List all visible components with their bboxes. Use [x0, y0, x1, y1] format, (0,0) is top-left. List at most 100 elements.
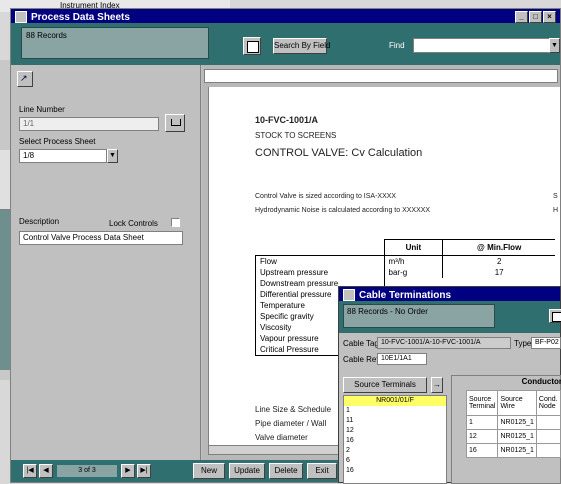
- list-item[interactable]: 16: [344, 436, 446, 446]
- table-row: Flow m³/h 2: [255, 255, 555, 267]
- list-item[interactable]: 16: [344, 466, 446, 476]
- find-dropdown-button[interactable]: ▼: [549, 38, 560, 53]
- description-input[interactable]: Control Valve Process Data Sheet: [19, 231, 183, 245]
- prev-record-button[interactable]: ◀: [39, 464, 53, 478]
- doc-note-1: Control Valve is sized according to ISA-…: [255, 193, 397, 200]
- table-row[interactable]: 12 NR0125_1: [465, 429, 561, 444]
- source-terminals-arrow[interactable]: →: [431, 377, 443, 393]
- search-by-field-button[interactable]: Search By Field: [273, 38, 330, 54]
- doc-heading: CONTROL VALVE: Cv Calculation: [255, 147, 423, 159]
- record-count-box: 88 Records: [21, 27, 209, 59]
- source-terminals-button[interactable]: Source Terminals: [343, 377, 427, 393]
- doc-row-label: Flow: [255, 255, 385, 267]
- left-panel: ↗ Line Number 1/1 Select Process Sheet 1…: [11, 65, 201, 460]
- grid-cell[interactable]: [535, 443, 561, 458]
- sort-button[interactable]: ↗: [17, 71, 33, 87]
- cable-tag-label: Cable Tag: [343, 339, 379, 348]
- cable-window-title: Cable Terminations: [359, 289, 452, 301]
- conductor-grid: Source Terminal Source Wire Cond. Node 1…: [465, 390, 561, 458]
- type-input[interactable]: BF-P02: [531, 337, 561, 349]
- minimize-icon[interactable]: _: [515, 11, 528, 23]
- doc-table-header-cell: Unit: [383, 239, 443, 256]
- line-number-label: Line Number: [19, 105, 65, 114]
- record-count: 88 Records: [26, 31, 67, 40]
- toolbar: 88 Records Search By Field Find ▼: [11, 23, 560, 65]
- lock-button[interactable]: [165, 114, 185, 132]
- cable-window: Cable Terminations 88 Records - No Order…: [338, 286, 561, 484]
- list-item[interactable]: 6: [344, 456, 446, 466]
- lock-icon: [171, 119, 181, 126]
- table-row[interactable]: 1 NR0125_1: [465, 415, 561, 430]
- grid-cell[interactable]: 16: [465, 443, 499, 458]
- table-row: Upstream pressure bar-g 17: [255, 267, 555, 278]
- list-item[interactable]: 2: [344, 446, 446, 456]
- description-label: Description: [19, 217, 60, 226]
- find-label: Find: [389, 41, 405, 50]
- grid-cell[interactable]: NR0125_1: [497, 415, 537, 430]
- grid-header-cell: Source Terminal: [465, 390, 499, 416]
- sort-icon: ↗: [20, 73, 28, 83]
- grid-header-cell: Source Wire: [497, 390, 537, 416]
- cable-print-button[interactable]: [549, 309, 561, 323]
- table-row[interactable]: 16 NR0125_1: [465, 443, 561, 458]
- chevron-down-icon: ▼: [109, 152, 116, 159]
- delete-button[interactable]: Delete: [269, 463, 303, 479]
- grid-cell[interactable]: NR0125_1: [497, 429, 537, 444]
- list-item[interactable]: 11: [344, 416, 446, 426]
- doc-row-label: Upstream pressure: [255, 267, 385, 278]
- grid-cell[interactable]: 1: [465, 415, 499, 430]
- table-row: Source Terminal Source Wire Cond. Node: [465, 390, 561, 416]
- cable-toolbar: 88 Records - No Order: [339, 301, 561, 333]
- update-button[interactable]: Update: [229, 463, 265, 479]
- cable-ref-input[interactable]: 10E1/1A1: [377, 353, 427, 365]
- doc-footer-3: Valve diameter: [255, 433, 308, 442]
- first-record-button[interactable]: |◀: [23, 464, 37, 478]
- print-icon: [552, 312, 561, 322]
- last-record-button[interactable]: ▶|: [137, 464, 151, 478]
- grid-header-cell: Cond. Node: [535, 390, 561, 416]
- lock-controls-label: Lock Controls: [109, 219, 158, 228]
- print-button[interactable]: [243, 37, 261, 55]
- find-input[interactable]: [413, 38, 551, 53]
- close-icon[interactable]: ×: [543, 11, 556, 23]
- select-sheet-dropdown-button[interactable]: ▼: [107, 149, 118, 163]
- new-button[interactable]: New: [193, 463, 225, 479]
- next-record-button[interactable]: ▶: [121, 464, 135, 478]
- type-label: Type: [514, 339, 532, 348]
- app-icon: [15, 11, 27, 23]
- list-item-highlight[interactable]: NR001/01/F: [344, 396, 446, 406]
- select-sheet-dropdown[interactable]: 1/8: [19, 149, 107, 163]
- doc-subtitle: STOCK TO SCREENS: [255, 131, 337, 140]
- doc-row-value: 17: [442, 267, 555, 278]
- grid-cell[interactable]: [535, 429, 561, 444]
- doc-note-2: Hydrodynamic Noise is calculated accordi…: [255, 207, 431, 214]
- exit-button[interactable]: Exit: [307, 463, 337, 479]
- cable-tag-input[interactable]: 10-FVC-1001/A-10-FVC-1001/A: [377, 337, 511, 349]
- chevron-down-icon: ▼: [551, 42, 558, 49]
- terminal-list[interactable]: NR001/01/F 1 11 12 16 2 6 16: [343, 395, 447, 484]
- line-number-input[interactable]: 1/1: [19, 117, 159, 131]
- maximize-icon[interactable]: □: [529, 11, 542, 23]
- doc-table-header: Unit @ Min.Flow: [256, 239, 555, 256]
- grid-cell[interactable]: NR0125_1: [497, 443, 537, 458]
- conductor-panel: Conductor Source Terminal Source Wire Co…: [451, 375, 561, 484]
- cable-record-box: 88 Records - No Order: [343, 304, 495, 328]
- print-icon: [247, 41, 259, 53]
- list-item[interactable]: 1: [344, 406, 446, 416]
- grid-cell[interactable]: 12: [465, 429, 499, 444]
- app-icon: [343, 289, 355, 301]
- doc-note-1-right: S: [553, 193, 558, 200]
- doc-footer-2: Pipe diameter / Wall: [255, 419, 327, 428]
- list-item[interactable]: 12: [344, 426, 446, 436]
- doc-table-header-cell: [256, 240, 385, 256]
- doc-row-unit: m³/h: [383, 255, 443, 267]
- doc-row-value: 2: [442, 255, 555, 267]
- cable-ref-label: Cable Ref: [343, 355, 379, 364]
- doc-tag: 10-FVC-1001/A: [255, 115, 319, 125]
- document-ruler: [204, 69, 558, 83]
- grid-cell[interactable]: [535, 415, 561, 430]
- lock-controls-checkbox[interactable]: [171, 218, 180, 227]
- cable-record-info: 88 Records - No Order: [347, 307, 428, 316]
- doc-footer-1: Line Size & Schedule: [255, 405, 332, 414]
- record-position: 3 of 3: [57, 465, 117, 477]
